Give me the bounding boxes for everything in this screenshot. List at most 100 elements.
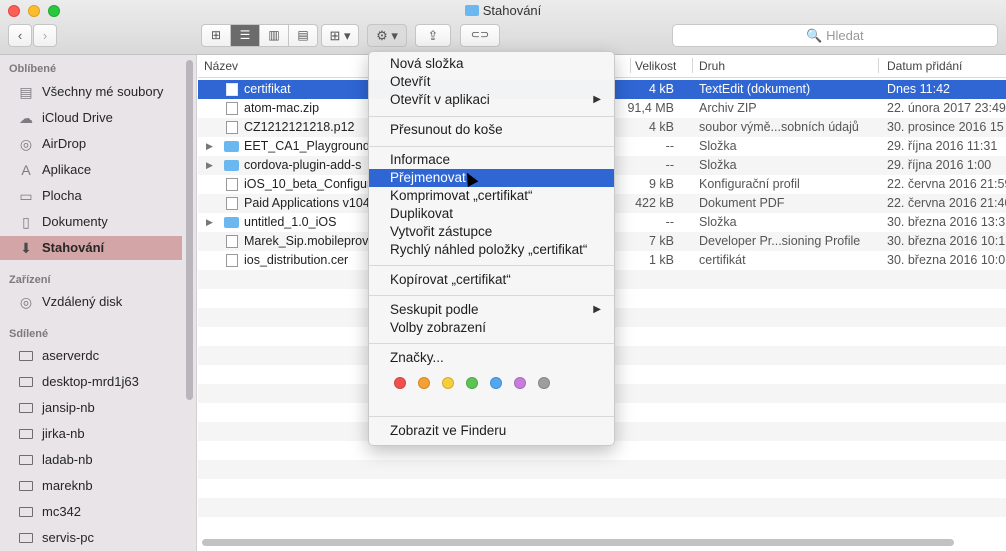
file-kind: TextEdit (dokument) bbox=[699, 82, 811, 96]
sidebar-item-desktop[interactable]: ▭ Plocha bbox=[0, 184, 182, 208]
coverflow-view-button[interactable]: ▤ bbox=[289, 25, 317, 46]
sidebar-item-documents[interactable]: ▯ Dokumenty bbox=[0, 210, 182, 234]
column-view-button[interactable]: ▥ bbox=[260, 25, 289, 46]
sidebar-item-label: jansip-nb bbox=[42, 400, 95, 415]
all-files-icon: ▤ bbox=[19, 84, 33, 100]
menu-item-label: Zobrazit ve Finderu bbox=[390, 423, 507, 438]
horizontal-scrollbar[interactable] bbox=[202, 539, 954, 546]
menu-item-move-to-trash[interactable]: Přesunout do koše bbox=[369, 121, 614, 139]
menu-item-compress[interactable]: Komprimovat „certifikat“ bbox=[369, 187, 614, 205]
menu-item-quick-look[interactable]: Rychlý náhled položky „certifikat“ bbox=[369, 241, 614, 259]
menu-item-make-alias[interactable]: Vytvořit zástupce bbox=[369, 223, 614, 241]
file-date: 30. prosince 2016 15 bbox=[887, 120, 1004, 134]
tag-purple-button[interactable] bbox=[514, 377, 526, 389]
sidebar-item-label: Stahování bbox=[42, 240, 105, 255]
menu-item-get-info[interactable]: Informace bbox=[369, 151, 614, 169]
tag-orange-button[interactable] bbox=[418, 377, 430, 389]
sidebar-item-all-files[interactable]: ▤ Všechny mé soubory bbox=[0, 80, 182, 104]
menu-item-rename[interactable]: Přejmenovat bbox=[369, 169, 614, 187]
menu-item-view-options[interactable]: Volby zobrazení bbox=[369, 319, 614, 337]
forward-button[interactable]: › bbox=[33, 24, 57, 47]
sidebar-header-favorites: Oblíbené bbox=[9, 63, 57, 75]
document-icon bbox=[226, 254, 238, 267]
menu-item-label: Kopírovat „certifikat“ bbox=[390, 272, 511, 287]
column-header-name[interactable]: Název bbox=[204, 59, 238, 73]
sidebar-item-icloud-drive[interactable]: ☁ iCloud Drive bbox=[0, 106, 182, 130]
file-kind: Složka bbox=[699, 139, 737, 153]
file-size: 7 kB bbox=[648, 234, 674, 248]
computer-icon bbox=[18, 374, 34, 390]
downloads-folder-icon bbox=[464, 5, 479, 16]
file-size: -- bbox=[665, 215, 674, 229]
disclosure-triangle-icon[interactable]: ▶ bbox=[206, 213, 213, 232]
sidebar-item-mareknb[interactable]: mareknb bbox=[0, 474, 182, 498]
menu-item-open[interactable]: Otevřít bbox=[369, 73, 614, 91]
file-size: 9 kB bbox=[648, 177, 674, 191]
file-date: 22. června 2016 21:59 bbox=[887, 177, 1006, 191]
submenu-arrow-icon: ▶ bbox=[593, 94, 601, 105]
computer-icon bbox=[18, 400, 34, 416]
file-name: Paid Applications v104 bbox=[244, 196, 368, 210]
sidebar-item-servis-pc[interactable]: servis-pc bbox=[0, 526, 182, 550]
icon-view-button[interactable]: ⊞ bbox=[202, 25, 231, 46]
share-button[interactable]: ⇪ bbox=[415, 24, 451, 47]
back-button[interactable]: ‹ bbox=[8, 24, 32, 47]
file-date: 30. března 2016 10:1 bbox=[887, 234, 1006, 248]
sidebar-item-downloads[interactable]: ⬇ Stahování bbox=[0, 236, 182, 260]
menu-item-tags[interactable]: Značky... bbox=[369, 349, 614, 367]
menu-item-new-folder[interactable]: Nová složka bbox=[369, 55, 614, 73]
file-date: 29. října 2016 1:00 bbox=[887, 158, 992, 172]
sidebar-item-applications[interactable]: A Aplikace bbox=[0, 158, 182, 182]
file-date: 29. října 2016 11:31 bbox=[887, 139, 998, 153]
sidebar-item-label: servis-pc bbox=[42, 530, 95, 545]
menu-item-group-by[interactable]: Seskupit podle ▶ bbox=[369, 301, 614, 319]
sidebar-item-airdrop[interactable]: ◎ AirDrop bbox=[0, 132, 182, 156]
file-name: CZ1212121218.p12 bbox=[244, 120, 355, 134]
tag-yellow-button[interactable] bbox=[442, 377, 454, 389]
menu-item-show-in-finder[interactable]: Zobrazit ve Finderu bbox=[369, 422, 614, 440]
tag-blue-button[interactable] bbox=[490, 377, 502, 389]
menu-item-label: Vytvořit zástupce bbox=[390, 224, 493, 239]
tag-green-button[interactable] bbox=[466, 377, 478, 389]
column-header-date-added[interactable]: Datum přidání bbox=[887, 59, 962, 73]
menu-item-label: Otevřít v aplikaci bbox=[390, 92, 490, 107]
sidebar-item-mc342[interactable]: mc342 bbox=[0, 500, 182, 524]
computer-icon bbox=[18, 426, 34, 442]
menu-item-open-with[interactable]: Otevřít v aplikaci ▶ bbox=[369, 91, 614, 109]
sidebar-item-ladab-nb[interactable]: ladab-nb bbox=[0, 448, 182, 472]
file-name: untitled_1.0_iOS bbox=[244, 215, 337, 229]
disclosure-triangle-icon[interactable]: ▶ bbox=[206, 156, 213, 175]
column-header-kind[interactable]: Druh bbox=[699, 59, 725, 73]
column-header-size[interactable]: Velikost bbox=[635, 59, 676, 73]
sidebar-item-desktop-mrd1j63[interactable]: desktop-mrd1j63 bbox=[0, 370, 182, 394]
search-input[interactable]: 🔍 Hledat bbox=[672, 24, 998, 47]
action-gear-button[interactable]: ⚙ ▾ bbox=[367, 24, 407, 47]
sidebar-item-remote-disc[interactable]: ◎ Vzdálený disk bbox=[0, 290, 182, 314]
sidebar-item-aserverdc[interactable]: aserverdc bbox=[0, 344, 182, 368]
menu-item-label: Volby zobrazení bbox=[390, 320, 487, 335]
sidebar-item-label: Aplikace bbox=[42, 162, 92, 177]
title-bar: Stahování ‹ › ⊞ ☰ ▥ ▤ ⊞ ▾ ⚙ ▾ ⇪ ⊂⊃ 🔍 Hle… bbox=[0, 0, 1006, 55]
applications-icon: A bbox=[21, 162, 31, 178]
arrange-button[interactable]: ⊞ ▾ bbox=[321, 24, 359, 47]
disclosure-triangle-icon[interactable]: ▶ bbox=[206, 137, 213, 156]
sidebar-header-devices: Zařízení bbox=[9, 274, 51, 286]
edit-tags-button[interactable]: ⊂⊃ bbox=[460, 24, 500, 47]
file-name: certifikat bbox=[244, 82, 291, 96]
submenu-arrow-icon: ▶ bbox=[593, 304, 601, 315]
list-view-button[interactable]: ☰ bbox=[231, 25, 260, 46]
sidebar-item-jansip-nb[interactable]: jansip-nb bbox=[0, 396, 182, 420]
menu-item-copy[interactable]: Kopírovat „certifikat“ bbox=[369, 271, 614, 289]
file-kind: Složka bbox=[699, 158, 737, 172]
sidebar-item-jirka-nb[interactable]: jirka-nb bbox=[0, 422, 182, 446]
computer-icon bbox=[18, 348, 34, 364]
sidebar-item-label: ladab-nb bbox=[42, 452, 93, 467]
action-context-menu: Nová složka Otevřít Otevřít v aplikaci ▶ … bbox=[368, 51, 615, 446]
menu-item-duplicate[interactable]: Duplikovat bbox=[369, 205, 614, 223]
sidebar-item-label: Všechny mé soubory bbox=[42, 84, 164, 99]
menu-item-label: Duplikovat bbox=[390, 206, 454, 221]
file-size: 422 kB bbox=[635, 196, 674, 210]
tag-red-button[interactable] bbox=[394, 377, 406, 389]
tag-gray-button[interactable] bbox=[538, 377, 550, 389]
sidebar-scrollbar[interactable] bbox=[186, 60, 193, 400]
